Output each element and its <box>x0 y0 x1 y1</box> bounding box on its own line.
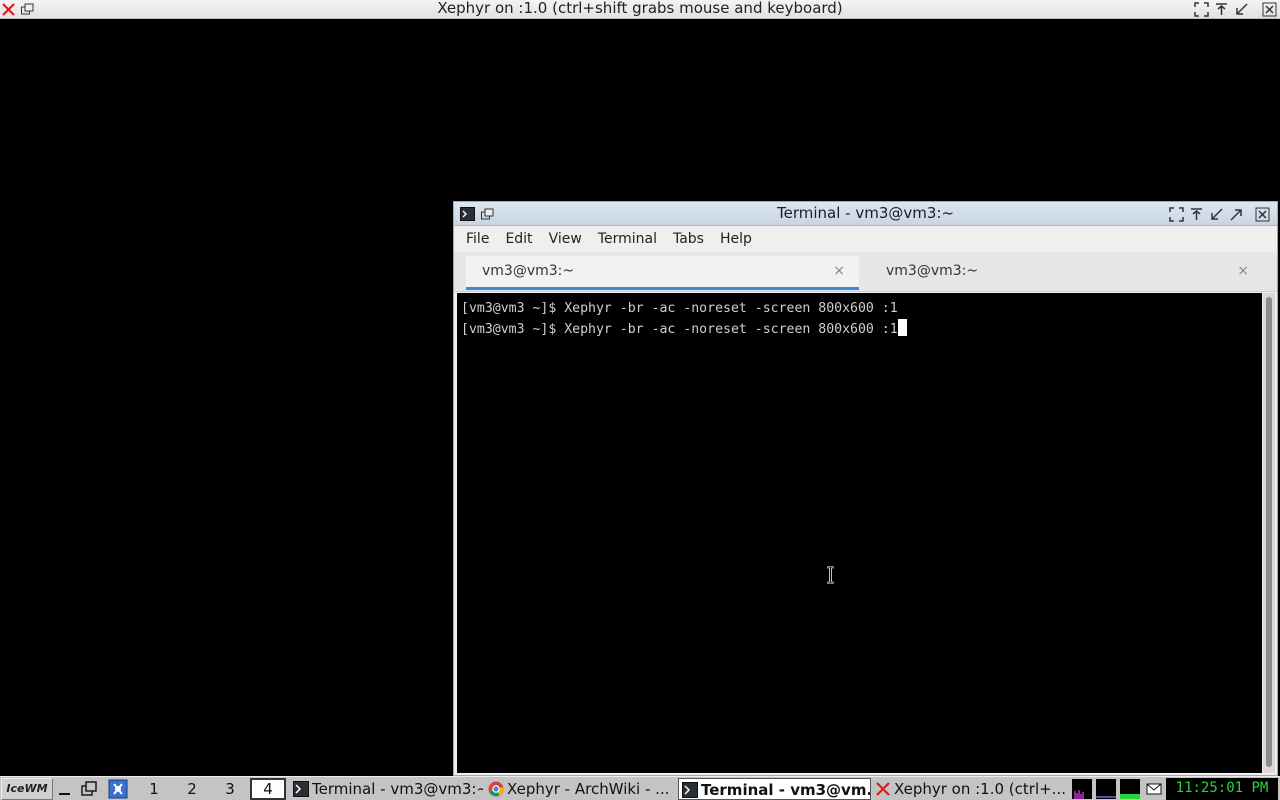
terminal-window-title: Terminal - vm3@vm3:~ <box>776 204 955 222</box>
start-menu-button[interactable]: IceWM <box>1 778 53 800</box>
menu-help[interactable]: Help <box>720 228 752 250</box>
terminal-icon <box>682 782 698 798</box>
minimize-icon[interactable] <box>1234 2 1249 17</box>
menu-edit[interactable]: Edit <box>505 228 532 250</box>
chrome-icon <box>488 781 504 797</box>
workspace-2[interactable]: 2 <box>174 778 210 800</box>
cpu-monitor-graph[interactable] <box>1072 779 1092 799</box>
task-terminal-1[interactable]: Terminal - vm3@vm3:~ <box>290 778 483 800</box>
menu-file[interactable]: File <box>466 228 489 250</box>
task-chrome-archwiki[interactable]: Xephyr - ArchWiki - ... <box>485 778 677 800</box>
terminal-window[interactable]: Terminal - vm3@vm3:~ File Edit View Term… <box>453 201 1278 776</box>
terminal-tabbar: vm3@vm3:~ × vm3@vm3:~ × <box>454 252 1277 292</box>
terminal-menubar: File Edit View Terminal Tabs Help <box>454 227 1277 251</box>
task-label: Xephyr on :1.0 (ctrl+... <box>894 780 1065 798</box>
system-tray <box>1072 778 1164 800</box>
terminal-line: [vm3@vm3 ~]$ Xephyr -br -ac -noreset -sc… <box>461 301 898 316</box>
clock[interactable]: 11:25:01 PM <box>1166 778 1278 800</box>
rollup-icon[interactable] <box>1189 207 1204 222</box>
maximize-icon[interactable] <box>1229 207 1244 222</box>
task-label: Terminal - vm3@vm... <box>701 781 871 799</box>
x-icon <box>875 781 891 797</box>
workspace-1[interactable]: 1 <box>136 778 172 800</box>
show-desktop-icon[interactable] <box>54 778 76 800</box>
mail-icon[interactable] <box>1144 779 1164 799</box>
terminal-icon <box>293 781 309 797</box>
close-icon[interactable] <box>1255 207 1270 222</box>
terminal-titlebar[interactable]: Terminal - vm3@vm3:~ <box>454 202 1277 226</box>
workspace-3[interactable]: 3 <box>212 778 248 800</box>
task-terminal-2[interactable]: Terminal - vm3@vm... <box>678 778 871 800</box>
xephyr-window-title: Xephyr on :1.0 (ctrl+shift grabs mouse a… <box>437 0 843 17</box>
file-manager-icon[interactable] <box>107 778 129 800</box>
terminal-tab-2[interactable]: vm3@vm3:~ × <box>870 256 1263 290</box>
memory-monitor-graph[interactable] <box>1120 779 1140 799</box>
terminal-tab-1[interactable]: vm3@vm3:~ × <box>466 256 859 290</box>
task-label: Terminal - vm3@vm3:~ <box>312 780 483 798</box>
ibeam-cursor-icon <box>827 566 834 584</box>
network-monitor-graph[interactable] <box>1096 779 1116 799</box>
terminal-output[interactable]: [vm3@vm3 ~]$ Xephyr -br -ac -noreset -sc… <box>457 293 1262 773</box>
task-xephyr[interactable]: Xephyr on :1.0 (ctrl+... <box>872 778 1065 800</box>
fullscreen-icon[interactable] <box>1194 2 1209 17</box>
taskbar: IceWM 1 2 3 4 Terminal - vm3@vm3:~ Xephy… <box>0 776 1280 800</box>
tab-close-button[interactable]: × <box>833 256 845 286</box>
scrollbar-thumb[interactable] <box>1266 297 1272 767</box>
workspace-4[interactable]: 4 <box>250 778 286 800</box>
tab-label: vm3@vm3:~ <box>482 263 575 279</box>
tab-close-button[interactable]: × <box>1237 256 1249 286</box>
xephyr-titlebar: Xephyr on :1.0 (ctrl+shift grabs mouse a… <box>0 0 1280 19</box>
menu-tabs[interactable]: Tabs <box>673 228 704 250</box>
terminal-scrollbar[interactable] <box>1263 293 1275 773</box>
menu-view[interactable]: View <box>549 228 582 250</box>
task-label: Xephyr - ArchWiki - ... <box>507 780 670 798</box>
close-icon[interactable] <box>1262 2 1277 17</box>
window-list-icon[interactable] <box>78 778 100 800</box>
fullscreen-icon[interactable] <box>1169 207 1184 222</box>
terminal-line-current: [vm3@vm3 ~]$ Xephyr -br -ac -noreset -sc… <box>461 319 1262 340</box>
rollup-icon[interactable] <box>1214 2 1229 17</box>
terminal-line: [vm3@vm3 ~]$ Xephyr -br -ac -noreset -sc… <box>461 322 898 337</box>
tab-label: vm3@vm3:~ <box>886 263 979 279</box>
minimize-icon[interactable] <box>1209 207 1224 222</box>
menu-terminal[interactable]: Terminal <box>598 228 657 250</box>
text-cursor <box>897 319 907 336</box>
